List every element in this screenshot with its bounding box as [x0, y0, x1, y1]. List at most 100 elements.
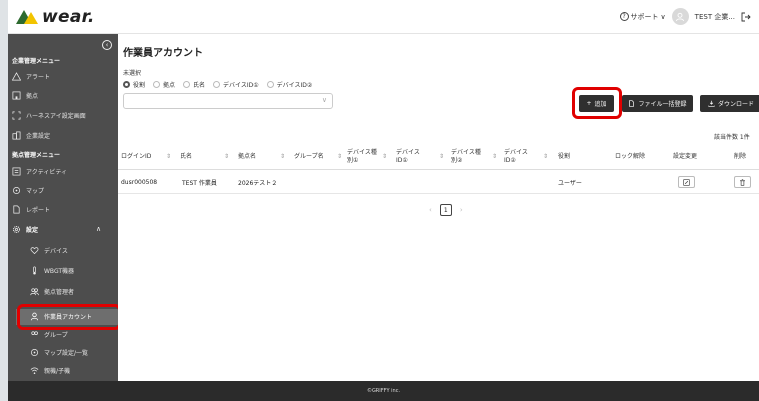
chevron-up-icon[interactable]: ∧: [96, 225, 101, 233]
sidebar-item-activity[interactable]: アクティビティ: [12, 167, 67, 176]
delete-button[interactable]: [734, 176, 751, 188]
col-device-type-1[interactable]: デバイス種別①: [347, 143, 379, 170]
trash-icon: [740, 178, 745, 186]
edit-button[interactable]: [678, 176, 695, 188]
next-page-icon[interactable]: ›: [460, 206, 463, 214]
sidebar-item-label: デバイス: [44, 248, 68, 255]
sort-icon[interactable]: ⇕: [492, 153, 497, 160]
cell-site: 2026テスト２: [238, 180, 278, 187]
plus-icon: +: [586, 100, 592, 107]
sort-icon[interactable]: ⇕: [382, 153, 387, 160]
result-count: 該当件数 1件: [714, 134, 750, 141]
radio-label: デバイスID②: [276, 82, 313, 89]
prev-page-icon[interactable]: ‹: [429, 206, 432, 214]
thermometer-icon: [30, 266, 39, 275]
col-name[interactable]: 氏名: [180, 143, 192, 170]
col-site[interactable]: 拠点名: [238, 143, 256, 170]
sort-icon[interactable]: ⇕: [224, 153, 229, 160]
map-pin-icon: [12, 186, 21, 195]
download-button[interactable]: ダウンロード: [700, 95, 759, 112]
radio-dot: [266, 81, 274, 88]
sidebar-item-groups[interactable]: グループ: [30, 330, 68, 339]
filter-label: 未選択: [123, 70, 142, 77]
radio-label: 拠点: [163, 82, 176, 89]
sidebar-item-map-settings[interactable]: マップ設定/一覧: [30, 348, 88, 357]
sidebar-item-alert[interactable]: アラート: [12, 72, 50, 81]
avatar[interactable]: [671, 8, 689, 25]
top-header: wear. ? サポート ∨ TEST 企業...: [8, 0, 759, 34]
page-button[interactable]: 1: [439, 204, 452, 216]
radio-device-id-1[interactable]: デバイスID①: [213, 80, 259, 89]
add-button[interactable]: + 追加: [579, 95, 614, 112]
sort-icon[interactable]: ⇕: [280, 153, 285, 160]
sidebar-item-base-units[interactable]: 親機/子機: [30, 366, 70, 375]
sidebar-item-devices[interactable]: デバイス: [30, 246, 68, 255]
col-device-id-1[interactable]: デバイスID①: [396, 143, 426, 170]
sort-icon[interactable]: ⇕: [439, 153, 444, 160]
copyright: ©GRIFFY inc.: [366, 388, 401, 394]
table-row[interactable]: dusr000508 TEST 作業員 2026テスト２ ユーザー: [118, 171, 759, 194]
bulk-upload-button[interactable]: ファイル一括登録: [622, 95, 693, 112]
sidebar-item-label: ハーネスアイ設定画面: [26, 113, 86, 120]
company-icon: [12, 131, 21, 140]
support-label: サポート: [630, 12, 659, 21]
sidebar-item-harness-settings[interactable]: ハーネスアイ設定画面: [12, 111, 86, 120]
sidebar-item-label: 拠点: [26, 93, 39, 100]
sidebar-item-settings[interactable]: 設定: [12, 225, 38, 234]
radio-role[interactable]: 役割: [123, 80, 145, 89]
users-icon: [30, 287, 39, 296]
radio-name[interactable]: 氏名: [183, 80, 205, 89]
filter-select[interactable]: ∨: [123, 93, 333, 109]
sidebar-item-wbgt[interactable]: WBGT機器: [30, 266, 74, 275]
col-group[interactable]: グループ名: [294, 143, 324, 170]
collapse-sidebar-icon[interactable]: ‹: [102, 40, 112, 50]
sidebar-item-site-managers[interactable]: 拠点管理者: [30, 287, 74, 296]
chevron-down-icon: ∨: [321, 96, 327, 104]
sidebar-item-label: レポート: [26, 207, 51, 214]
pagination: ‹ 1 ›: [429, 204, 463, 216]
wifi-icon: [30, 366, 39, 375]
col-delete: 削除: [734, 152, 747, 160]
sidebar-item-label: マップ設定/一覧: [44, 350, 89, 357]
radio-label: 氏名: [193, 82, 206, 89]
col-role[interactable]: 役割: [558, 143, 570, 170]
download-label: ダウンロード: [717, 101, 754, 108]
support-menu[interactable]: ? サポート ∨: [619, 12, 666, 22]
sidebar-item-sites[interactable]: 拠点: [12, 91, 38, 100]
sidebar-item-report[interactable]: レポート: [12, 205, 50, 214]
table-header: ログインID ⇕ 氏名 ⇕ 拠点名 ⇕ グループ名 ⇕ デバイス種別① ⇕ デバ…: [118, 143, 759, 170]
bulk-upload-label: ファイル一括登録: [638, 101, 687, 108]
sidebar-item-company-settings[interactable]: 企業設定: [12, 131, 50, 140]
col-device-id-2[interactable]: デバイスID②: [504, 143, 534, 170]
radio-site[interactable]: 拠点: [153, 80, 175, 89]
sidebar-item-label: アクティビティ: [26, 169, 67, 176]
sort-icon[interactable]: ⇕: [337, 153, 342, 160]
harness-icon: [12, 111, 21, 120]
col-login-id[interactable]: ログインID: [121, 143, 151, 170]
sidebar: ‹ 企業管理メニュー アラート 拠点 ハーネスアイ設定画面 企業設定 拠点管理メ…: [8, 34, 121, 381]
alert-icon: [12, 72, 21, 81]
radio-dot: [153, 81, 161, 88]
user-name[interactable]: TEST 企業...: [695, 12, 735, 22]
gear-icon: [12, 225, 21, 234]
chevron-down-icon: ∨: [660, 12, 666, 21]
activity-icon: [12, 167, 21, 176]
report-icon: [12, 205, 21, 214]
radio-device-id-2[interactable]: デバイスID②: [266, 80, 313, 89]
company-menu-title: 企業管理メニュー: [12, 58, 61, 65]
add-button-label: 追加: [594, 101, 607, 108]
sidebar-item-map[interactable]: マップ: [12, 186, 44, 195]
highlight-box-sidebar: [17, 304, 121, 330]
logout-icon[interactable]: [741, 12, 751, 22]
sidebar-item-label: 拠点管理者: [44, 289, 75, 296]
edit-icon: [683, 178, 690, 186]
building-icon: [12, 91, 21, 100]
col-device-type-2[interactable]: デバイス種別②: [451, 143, 483, 170]
page-title: 作業員アカウント: [123, 48, 203, 59]
sort-icon[interactable]: ⇕: [166, 153, 171, 160]
sort-icon[interactable]: ⇕: [543, 153, 548, 160]
app-frame: wear. ? サポート ∨ TEST 企業... ‹ 企業管理メニュー アラー…: [8, 0, 759, 401]
logo[interactable]: wear.: [16, 7, 95, 27]
col-unlock: ロック解除: [615, 152, 646, 160]
map-settings-icon: [30, 348, 39, 357]
